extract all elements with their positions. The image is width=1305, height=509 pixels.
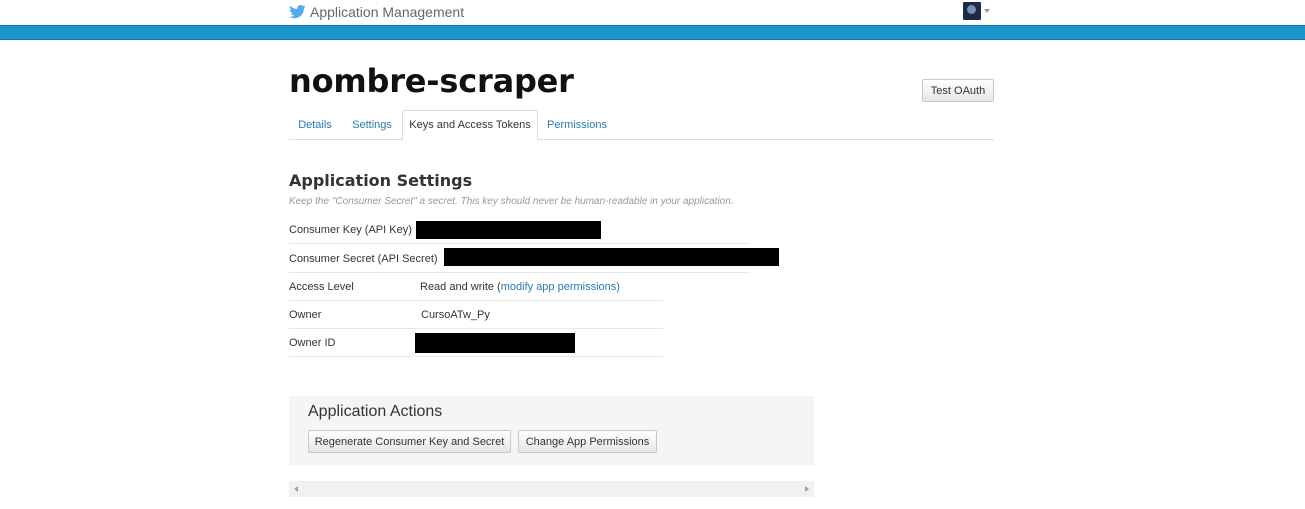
avatar[interactable] [963, 2, 981, 20]
owner-row: Owner CursoATw_Py [289, 301, 663, 329]
owner-value: CursoATw_Py [421, 309, 490, 321]
test-oauth-button[interactable]: Test OAuth [922, 79, 994, 102]
modify-permissions-link-close: ) [616, 281, 620, 293]
access-level-label: Access Level [289, 281, 354, 293]
owner-id-row: Owner ID [289, 329, 663, 357]
settings-heading: Application Settings [289, 171, 473, 190]
access-level-value: Read and write (modify app permissions) [420, 281, 620, 293]
horizontal-scrollbar[interactable] [289, 481, 814, 497]
scroll-left-icon[interactable] [294, 486, 298, 492]
page-title: nombre-scraper [289, 62, 574, 100]
consumer-key-redacted [416, 221, 601, 239]
settings-hint: Keep the "Consumer Secret" a secret. Thi… [289, 196, 734, 207]
access-level-text: Read and write [420, 281, 494, 293]
chevron-down-icon[interactable] [984, 9, 990, 13]
tab-keys-and-access-tokens[interactable]: Keys and Access Tokens [402, 110, 538, 140]
top-navbar: Application Management [0, 0, 1305, 25]
consumer-secret-row: Consumer Secret (API Secret) [289, 245, 779, 273]
tab-bar: Details Settings Keys and Access Tokens … [289, 110, 994, 140]
consumer-key-label: Consumer Key (API Key) [289, 224, 412, 236]
brand-title: Application Management [310, 4, 465, 20]
access-level-row: Access Level Read and write (modify app … [289, 273, 663, 301]
twitter-bird-icon [289, 5, 306, 19]
actions-heading: Application Actions [308, 403, 443, 420]
brand[interactable]: Application Management [289, 2, 464, 22]
application-actions-panel: Application Actions Regenerate Consumer … [289, 396, 814, 465]
tab-permissions[interactable]: Permissions [541, 110, 613, 139]
change-permissions-button[interactable]: Change App Permissions [518, 430, 657, 453]
owner-id-label: Owner ID [289, 337, 336, 349]
owner-label: Owner [289, 309, 322, 321]
regenerate-keys-button[interactable]: Regenerate Consumer Key and Secret [308, 430, 511, 453]
consumer-key-row: Consumer Key (API Key) [289, 216, 750, 244]
user-menu[interactable] [963, 2, 990, 20]
owner-id-redacted [415, 333, 575, 353]
consumer-secret-redacted [444, 248, 779, 266]
header-stripe [0, 25, 1305, 40]
tab-settings[interactable]: Settings [345, 110, 399, 139]
scroll-right-icon[interactable] [805, 486, 809, 492]
modify-permissions-link[interactable]: modify app permissions [501, 281, 617, 293]
consumer-secret-label: Consumer Secret (API Secret) [289, 253, 438, 265]
tab-details[interactable]: Details [289, 110, 341, 139]
